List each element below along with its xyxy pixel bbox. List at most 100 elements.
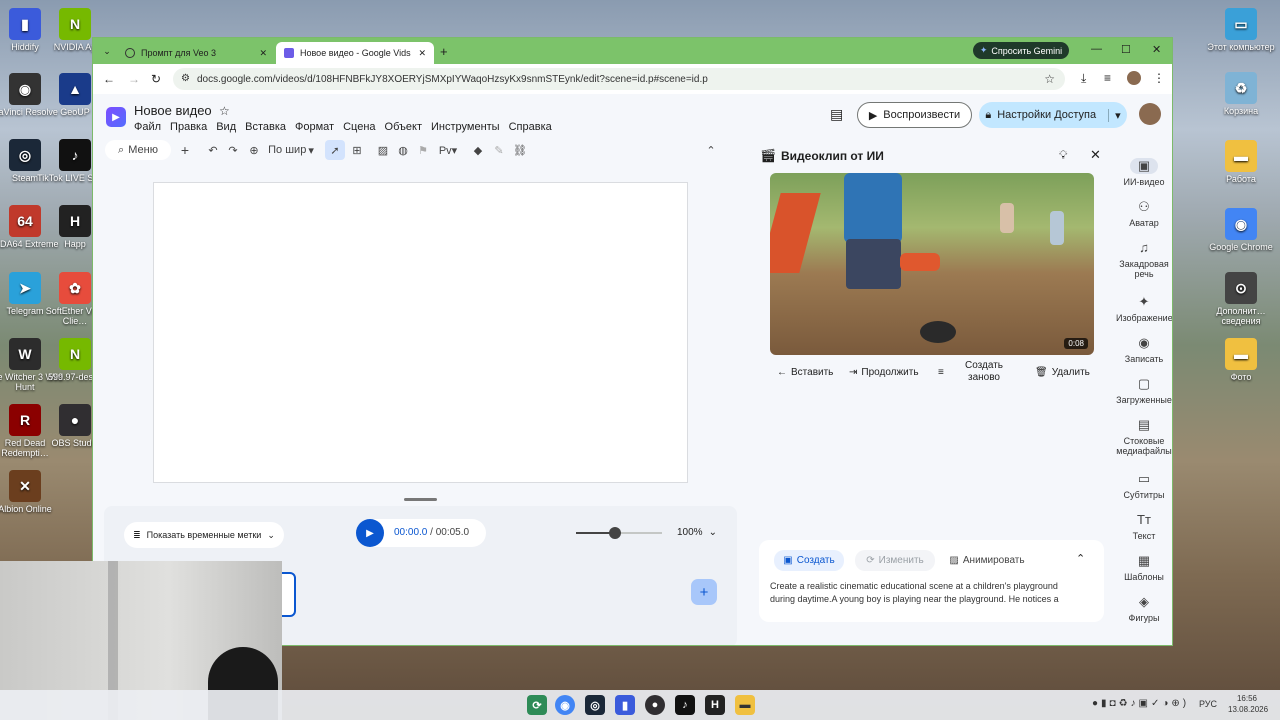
profile-avatar[interactable] — [1127, 71, 1141, 85]
regenerate-icon[interactable]: ≡ — [938, 367, 944, 378]
share-dropdown-icon[interactable]: ▾ — [1108, 108, 1121, 122]
vids-logo[interactable]: ▶ — [106, 107, 126, 127]
image-icon[interactable]: ▨ — [373, 140, 393, 160]
address-bar[interactable]: ⚙ docs.google.com/videos/d/108HFNBFkJY8X… — [173, 68, 1065, 90]
browser-menu-icon[interactable]: ⋮ — [1153, 71, 1165, 85]
tab-close-icon[interactable]: ✕ — [418, 48, 426, 59]
paint-format-icon[interactable]: ⚑ — [413, 140, 433, 160]
rail-item[interactable]: ✦ Изображение — [1116, 294, 1172, 323]
redo-icon[interactable]: ↷ — [223, 140, 243, 160]
zoom-slider-thumb[interactable] — [608, 527, 621, 539]
desktop-shortcut[interactable]: ▬ Работа — [1201, 140, 1280, 184]
lightbulb-icon[interactable]: 💡︎ — [1059, 148, 1067, 163]
close-panel-icon[interactable]: ✕ — [1090, 147, 1101, 163]
add-icon[interactable]: + — [175, 140, 195, 160]
rail-item[interactable]: ◉ Записать — [1116, 335, 1172, 364]
menu-item[interactable]: Формат — [295, 121, 334, 133]
clock[interactable]: 16:56 13.08.2026 — [1228, 693, 1268, 715]
close-window-icon[interactable]: ✕ — [1152, 43, 1161, 56]
collapse-toolbar-icon[interactable]: ⌃ — [701, 140, 721, 160]
menu-item[interactable]: Инструменты — [431, 121, 500, 133]
zoom-icon[interactable]: ⊕ — [244, 140, 264, 160]
taskbar-obs-icon[interactable]: ● — [645, 695, 665, 715]
download-icon[interactable]: ⤓ — [1081, 71, 1086, 86]
shape-icon[interactable]: ◍ — [393, 140, 413, 160]
tab-search-icon[interactable]: ⌄ — [101, 45, 113, 57]
taskbar-explorer-icon[interactable]: ▬ — [735, 695, 755, 715]
timeline-zoom-select[interactable]: 100% ⌄ — [677, 527, 717, 538]
rail-item[interactable]: ◈ Фигуры — [1116, 594, 1172, 623]
rail-item[interactable]: ▣ ИИ-видео — [1116, 158, 1172, 187]
desktop-shortcut[interactable]: ▬ Фото — [1201, 338, 1280, 382]
menu-item[interactable]: Файл — [134, 121, 161, 133]
site-info-icon[interactable]: ⚙ — [181, 73, 190, 84]
zoom-select[interactable]: По шир ▾ — [266, 140, 316, 160]
chevron-up-icon[interactable]: ⌃ — [1076, 552, 1085, 565]
undo-icon[interactable]: ↶ — [203, 140, 223, 160]
animate-tab[interactable]: ▨ Анимировать — [945, 550, 1029, 571]
bookmark-star-icon[interactable]: ☆ — [1044, 72, 1055, 86]
continue-button[interactable]: ⇥ Продолжить — [849, 367, 919, 378]
tab-close-icon[interactable]: ✕ — [259, 48, 267, 59]
reload-icon[interactable]: ↻ — [151, 72, 161, 86]
rail-item[interactable]: ⚇ Аватар — [1116, 199, 1172, 228]
rail-item[interactable]: ▭ Субтитры — [1116, 471, 1172, 500]
zoom-slider-track[interactable] — [576, 527, 662, 539]
show-timestamps-button[interactable]: ≣ Показать временные метки ⌄ — [124, 522, 284, 548]
new-tab-icon[interactable]: + — [440, 44, 448, 59]
desktop-shortcut[interactable]: ⊙ Дополнит… сведения — [1201, 272, 1280, 326]
regenerate-button[interactable]: Создать заново — [960, 360, 1008, 384]
link-icon[interactable]: ⛓ — [510, 140, 530, 160]
menu-item[interactable]: Вставка — [245, 121, 286, 133]
prompt-text[interactable]: Create a realistic cinematic educational… — [770, 580, 1075, 606]
rail-item[interactable]: ♫ Закадровая речь — [1116, 240, 1172, 279]
resize-handle[interactable] — [404, 498, 437, 501]
scene-canvas[interactable] — [153, 182, 688, 483]
back-icon[interactable]: ← — [103, 72, 115, 86]
taskbar-steam-icon[interactable]: ◎ — [585, 695, 605, 715]
taskbar-hiddify-icon[interactable]: ▮ — [615, 695, 635, 715]
desktop-shortcut[interactable]: ✕ Albion Online — [0, 470, 65, 514]
menu-search[interactable]: ⌕ Меню — [105, 140, 171, 160]
rail-item[interactable]: ▦ Шаблоны — [1116, 553, 1172, 582]
rail-item[interactable]: Tт Текст — [1116, 512, 1172, 541]
taskbar-happ-icon[interactable]: H — [705, 695, 725, 715]
share-button[interactable]: 🔒︎ Настройки Доступа ▾ — [979, 102, 1127, 128]
maximize-icon[interactable]: ☐ — [1121, 43, 1131, 56]
taskbar-app-icon[interactable]: ⟳ — [527, 695, 547, 715]
fill-color-icon[interactable]: ◆ — [468, 140, 488, 160]
menu-item[interactable]: Объект — [385, 121, 422, 133]
edit-tab[interactable]: ⟳ Изменить — [855, 550, 935, 571]
delete-button[interactable]: 🗑︎ Удалить — [1035, 367, 1090, 378]
play-button[interactable]: ▶ Воспроизвести — [857, 102, 972, 128]
rail-item[interactable]: ▤ Стоковые медиафайлы — [1116, 417, 1172, 456]
select-cursor-icon[interactable]: ➚ — [325, 140, 345, 160]
taskbar-tiktok-icon[interactable]: ♪ — [675, 695, 695, 715]
desktop-shortcut[interactable]: ▭ Этот компьютер — [1201, 8, 1280, 52]
language-indicator[interactable]: РУС — [1199, 699, 1217, 709]
menu-item[interactable]: Правка — [170, 121, 207, 133]
system-tray-icons[interactable]: ●▮◘♻♪▣✓◑⊕) — [1092, 698, 1189, 709]
menu-item[interactable]: Сцена — [343, 121, 375, 133]
tab-google-vids[interactable]: Новое видео - Google Vids ✕ — [276, 42, 434, 64]
forward-icon[interactable]: → — [128, 72, 140, 86]
line-icon[interactable]: Pv▾ — [435, 140, 461, 160]
create-tab[interactable]: ▣ Создать — [774, 550, 844, 571]
media-control-icon[interactable]: ≡ — [1104, 71, 1111, 85]
star-icon[interactable]: ☆ — [219, 104, 230, 118]
generated-video-preview[interactable]: 0:08 — [770, 173, 1094, 355]
desktop-shortcut[interactable]: ◉ Google Chrome — [1201, 208, 1280, 252]
rail-item[interactable]: ▢ Загруженные — [1116, 376, 1172, 405]
tab-veo-prompt[interactable]: Промпт для Veo 3 ✕ — [117, 42, 275, 64]
add-scene-button[interactable]: + — [691, 579, 717, 605]
menu-item[interactable]: Вид — [216, 121, 236, 133]
border-color-icon[interactable]: ✎ — [489, 140, 509, 160]
comments-icon[interactable]: ▤ — [830, 106, 843, 123]
insert-button[interactable]: ← Вставить — [777, 367, 833, 378]
minimize-icon[interactable]: — — [1091, 43, 1102, 55]
ask-gemini-button[interactable]: ✦ Спросить Gemini — [973, 42, 1069, 59]
taskbar-chrome-icon[interactable]: ◉ — [555, 695, 575, 715]
account-avatar[interactable] — [1139, 103, 1161, 125]
timeline-play-button[interactable]: ▶ — [356, 519, 384, 547]
document-title[interactable]: Новое видео — [134, 103, 212, 118]
